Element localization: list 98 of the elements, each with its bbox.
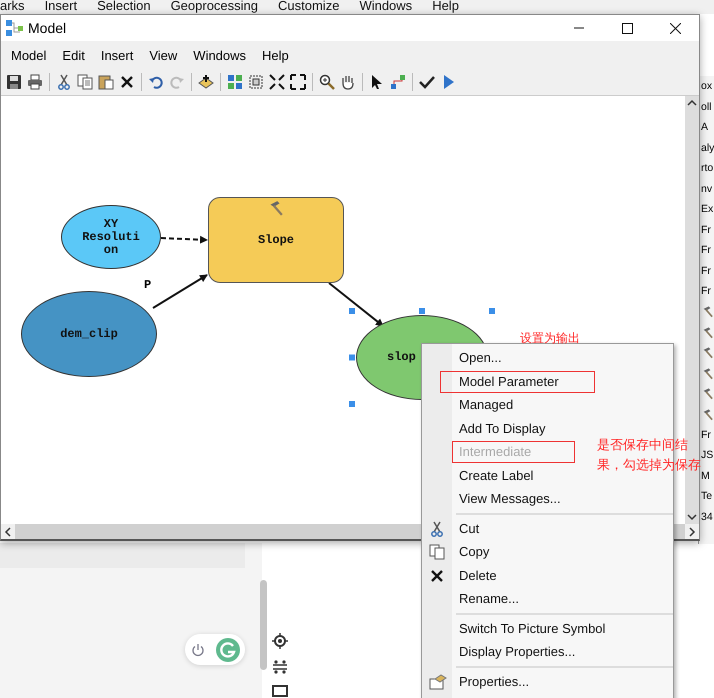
menu-item[interactable]: Insert bbox=[44, 0, 78, 14]
scroll-right-icon[interactable] bbox=[688, 526, 696, 536]
menu-item[interactable]: Windows bbox=[187, 48, 252, 62]
hammer-icon[interactable] bbox=[701, 305, 713, 318]
connector-arrow[interactable] bbox=[328, 282, 384, 327]
list-item[interactable]: aly bbox=[701, 142, 714, 154]
delete-icon[interactable] bbox=[119, 74, 135, 90]
adjust-icon[interactable] bbox=[272, 659, 288, 675]
power-icon[interactable] bbox=[190, 642, 204, 656]
list-item[interactable]: Fr bbox=[701, 224, 711, 236]
list-item[interactable]: Ex bbox=[701, 203, 714, 216]
node-label: XY Resolution bbox=[82, 218, 140, 256]
minimize-icon[interactable] bbox=[574, 27, 584, 29]
hammer-icon[interactable] bbox=[701, 387, 713, 400]
add-data-icon[interactable] bbox=[198, 74, 214, 90]
menu-item[interactable]: Open... bbox=[422, 346, 510, 370]
connect-icon[interactable] bbox=[390, 74, 406, 90]
menu-item[interactable]: Model Parameter bbox=[422, 370, 595, 393]
selection-handle[interactable] bbox=[489, 308, 495, 314]
hammer-icon[interactable] bbox=[701, 408, 713, 421]
maximize-icon[interactable] bbox=[622, 22, 632, 34]
cut-icon[interactable] bbox=[56, 74, 72, 90]
grid-icon[interactable] bbox=[227, 74, 243, 90]
menu-item[interactable]: Help bbox=[256, 48, 295, 62]
connector-label: P bbox=[144, 278, 152, 292]
window-title: Model bbox=[28, 20, 66, 36]
annotation-text: 设置为输出 bbox=[520, 330, 580, 347]
list-item[interactable]: JS bbox=[701, 449, 714, 462]
list-item[interactable]: nv bbox=[701, 182, 712, 195]
scissors-icon bbox=[429, 520, 445, 536]
full-extent-icon[interactable] bbox=[248, 74, 264, 90]
node-label: Slope bbox=[258, 234, 294, 246]
shrink-icon[interactable] bbox=[269, 74, 285, 90]
paste-icon[interactable] bbox=[98, 74, 114, 90]
zoom-in-icon[interactable] bbox=[319, 74, 335, 90]
scrollbar-thumb[interactable] bbox=[260, 580, 267, 670]
annotation-text: 是否保存中间结果，勾选掉为保存 bbox=[597, 436, 701, 474]
connector-arrow[interactable] bbox=[152, 274, 208, 309]
menu-item[interactable]: Model bbox=[5, 48, 52, 62]
list-item[interactable]: M bbox=[701, 470, 710, 482]
selection-handle[interactable] bbox=[349, 354, 355, 360]
menu-item[interactable]: Insert bbox=[94, 48, 140, 62]
menu-item[interactable]: Managed bbox=[422, 393, 522, 416]
menu-item[interactable]: Customize bbox=[278, 0, 340, 14]
menu-item[interactable]: Cut bbox=[422, 516, 488, 540]
node-label: slop bbox=[387, 351, 416, 364]
validate-icon[interactable] bbox=[419, 74, 435, 90]
variable-node[interactable]: dem_clip bbox=[21, 291, 157, 377]
menu-item[interactable]: Edit bbox=[56, 48, 91, 62]
menu-item[interactable]: View bbox=[143, 48, 184, 62]
list-item[interactable]: Fr bbox=[701, 285, 711, 298]
expand-icon[interactable] bbox=[290, 74, 306, 90]
list-item[interactable]: oll bbox=[701, 100, 712, 113]
copy-icon bbox=[429, 544, 445, 560]
node-label: dem_clip bbox=[60, 328, 118, 340]
menu-item[interactable]: Geoprocessing bbox=[170, 0, 258, 14]
menu-item[interactable]: Display Properties... bbox=[422, 640, 584, 664]
menu-item[interactable]: Copy bbox=[422, 540, 498, 564]
menu-item[interactable]: Add To Display bbox=[422, 416, 554, 440]
menu-item[interactable]: Help bbox=[432, 0, 459, 14]
scroll-left-icon[interactable] bbox=[4, 526, 12, 536]
delete-icon bbox=[429, 568, 445, 584]
target-icon[interactable] bbox=[272, 633, 288, 649]
menu-item[interactable]: Properties... bbox=[422, 670, 538, 693]
list-item[interactable]: ox bbox=[701, 80, 712, 92]
selection-handle[interactable] bbox=[419, 308, 425, 314]
close-icon[interactable] bbox=[670, 22, 680, 34]
menu-item[interactable]: Create Label bbox=[422, 464, 542, 487]
hammer-icon[interactable] bbox=[701, 326, 713, 339]
selection-handle[interactable] bbox=[349, 401, 355, 407]
hammer-icon[interactable] bbox=[701, 346, 713, 360]
copy-icon[interactable] bbox=[77, 74, 93, 90]
hammer-icon[interactable] bbox=[701, 366, 713, 380]
screen-icon[interactable] bbox=[272, 685, 288, 697]
list-item[interactable]: 34 bbox=[701, 510, 713, 523]
menu-item[interactable]: Delete bbox=[422, 564, 505, 587]
undo-icon[interactable] bbox=[148, 74, 164, 90]
variable-node[interactable]: XY Resolution bbox=[61, 205, 161, 269]
print-icon[interactable] bbox=[27, 74, 43, 90]
list-item[interactable]: rto bbox=[701, 162, 714, 174]
menu-item[interactable]: Windows bbox=[359, 0, 412, 14]
list-item[interactable]: Fr bbox=[701, 244, 711, 256]
list-item[interactable]: Fr bbox=[701, 428, 711, 441]
connector-arrow[interactable] bbox=[160, 236, 208, 244]
menu-item[interactable]: View Messages... bbox=[422, 487, 569, 510]
list-item[interactable]: Te bbox=[701, 490, 712, 502]
menu-item[interactable]: arks bbox=[0, 0, 25, 14]
selection-handle[interactable] bbox=[349, 308, 355, 314]
tool-node[interactable]: Slope bbox=[208, 197, 344, 283]
save-icon[interactable] bbox=[6, 74, 22, 90]
pan-icon[interactable] bbox=[340, 74, 356, 90]
list-item[interactable]: A bbox=[701, 121, 708, 134]
menu-item[interactable]: Rename... bbox=[422, 587, 527, 610]
model-icon bbox=[6, 20, 23, 36]
menu-item[interactable]: Switch To Picture Symbol bbox=[422, 616, 614, 640]
properties-icon bbox=[429, 674, 447, 690]
menu-item[interactable]: Selection bbox=[97, 0, 151, 14]
list-item[interactable]: Fr bbox=[701, 264, 711, 277]
